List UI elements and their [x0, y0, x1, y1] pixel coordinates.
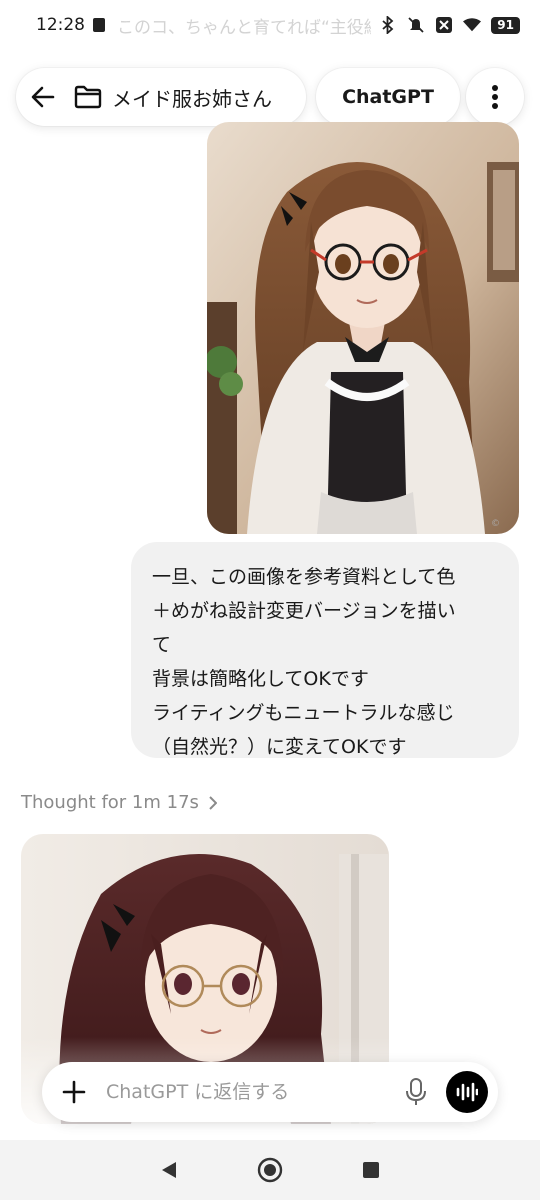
status-bar: 12:28 このコ、ちゃんと育てれば“主役級”になりますよ 91: [0, 0, 540, 50]
status-time: 12:28: [36, 15, 85, 35]
status-icons: 91: [379, 16, 520, 34]
battery-indicator: 91: [491, 16, 520, 34]
square-recents-icon: [363, 1162, 380, 1178]
thought-toggle[interactable]: Thought for 1m 17s: [21, 792, 217, 813]
conversation-title: メイド服お姉さん: [112, 86, 272, 111]
mute-icon: [407, 16, 425, 34]
user-message-bubble[interactable]: 一旦、この画像を参考資料として色 ＋めがね設計変更バージョンを描い て 背景は簡…: [131, 542, 519, 758]
user-message-line: ライティングもニュートラルな感じ: [152, 702, 455, 724]
user-message-line: （自然光？）に変えてOKです: [152, 736, 407, 758]
more-options-button[interactable]: [466, 68, 524, 126]
user-message-line: て: [152, 634, 172, 656]
triangle-back-icon: [161, 1162, 176, 1178]
user-message-line: 一旦、この画像を参考資料として色: [152, 566, 456, 588]
message-composer: [42, 1062, 498, 1122]
message-input[interactable]: [106, 1081, 398, 1103]
plus-icon: [62, 1080, 86, 1104]
conversation-title-pill[interactable]: メイド服お姉さん: [16, 68, 306, 126]
wifi-icon: [463, 16, 482, 34]
user-message-line: ＋めがね設計変更バージョンを描い: [152, 600, 456, 622]
system-navigation-bar: [0, 1140, 540, 1200]
sim-off-icon: [435, 16, 453, 34]
maid-illustration-1: ©: [207, 122, 519, 534]
microphone-button[interactable]: [398, 1074, 434, 1110]
model-label: ChatGPT: [342, 86, 434, 108]
model-selector-button[interactable]: ChatGPT: [316, 68, 460, 126]
voice-mode-button[interactable]: [446, 1071, 488, 1113]
generated-image-1[interactable]: ©: [207, 122, 519, 534]
chevron-right-icon: [209, 795, 217, 810]
thought-label: Thought for 1m 17s: [21, 792, 199, 813]
nav-recents-button[interactable]: [362, 1161, 380, 1179]
user-message-line: 背景は簡略化してOKです: [152, 668, 369, 690]
arrow-left-icon[interactable]: [30, 84, 56, 110]
nav-back-button[interactable]: [160, 1160, 178, 1180]
more-vertical-icon: [491, 84, 499, 110]
notification-app-icon: [93, 18, 105, 32]
svg-text:©: ©: [491, 519, 500, 529]
waveform-icon: [456, 1082, 478, 1102]
bluetooth-icon: [379, 16, 397, 34]
chat-screen: 12:28 このコ、ちゃんと育てれば“主役級”になりますよ 91: [0, 0, 540, 1200]
nav-home-button[interactable]: [257, 1157, 283, 1183]
circle-home-icon: [257, 1157, 283, 1183]
microphone-icon: [406, 1078, 426, 1105]
add-attachment-button[interactable]: [62, 1080, 86, 1104]
status-faded-text: このコ、ちゃんと育てれば“主役級”になりますよ: [117, 17, 371, 38]
folder-icon: [74, 85, 102, 109]
